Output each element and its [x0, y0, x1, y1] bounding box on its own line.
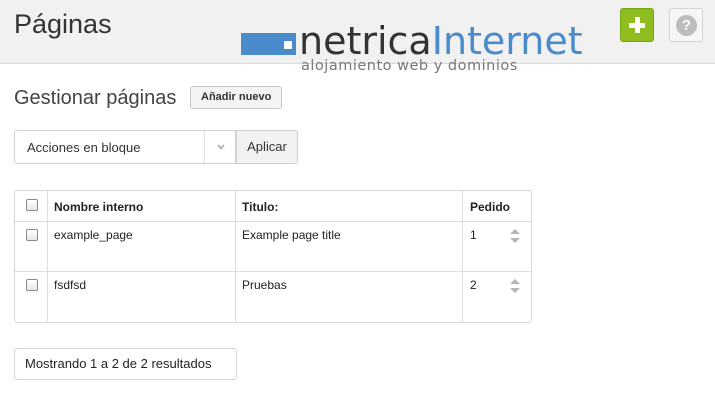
row-order-value[interactable]: 2: [470, 278, 477, 292]
apply-button[interactable]: Aplicar: [236, 130, 298, 164]
page-title: Páginas: [14, 9, 112, 39]
select-all-checkbox[interactable]: [26, 199, 38, 211]
logo-name-part-a: netrica: [299, 19, 432, 63]
row-checkbox[interactable]: [26, 229, 38, 241]
logo-square: [284, 41, 292, 49]
row-checkbox[interactable]: [26, 279, 38, 291]
column-header-order[interactable]: Pedido: [470, 200, 510, 214]
page-header: Páginas netricaInternet alojamiento web …: [0, 0, 715, 74]
bulk-actions-select[interactable]: Acciones en bloque: [14, 130, 236, 164]
row-title: Pruebas: [242, 278, 287, 292]
question-icon: ?: [676, 15, 697, 36]
column-header-name[interactable]: Nombre interno: [54, 200, 143, 214]
select-divider: [204, 131, 205, 163]
logo-tagline: alojamiento web y dominios: [301, 58, 518, 74]
table-row: fsdfsd Pruebas 2: [15, 272, 531, 322]
order-stepper-icon[interactable]: [509, 226, 521, 246]
section-title: Gestionar páginas: [14, 87, 177, 109]
table-header-row: Nombre interno Titulo: Pedido: [15, 191, 531, 222]
chevron-down-icon: [217, 144, 225, 150]
pages-table: Nombre interno Titulo: Pedido example_pa…: [14, 190, 532, 323]
bulk-actions-selected: Acciones en bloque: [27, 140, 141, 155]
table-row: example_page Example page title 1: [15, 222, 531, 272]
add-new-button[interactable]: Añadir nuevo: [190, 86, 283, 109]
row-title: Example page title: [242, 228, 341, 242]
add-page-button[interactable]: [620, 8, 654, 42]
results-summary: Mostrando 1 a 2 de 2 resultados: [14, 348, 237, 380]
order-stepper-icon[interactable]: [509, 276, 521, 296]
row-name[interactable]: example_page: [54, 228, 133, 242]
logo-name: netricaInternet: [299, 19, 583, 63]
row-name[interactable]: fsdfsd: [54, 278, 86, 292]
brand-logo: netricaInternet alojamiento web y domini…: [241, 19, 583, 78]
logo-name-part-b: Internet: [431, 19, 583, 63]
column-header-title[interactable]: Titulo:: [242, 200, 278, 214]
help-button[interactable]: ?: [669, 8, 703, 42]
row-order-value[interactable]: 1: [470, 228, 477, 242]
